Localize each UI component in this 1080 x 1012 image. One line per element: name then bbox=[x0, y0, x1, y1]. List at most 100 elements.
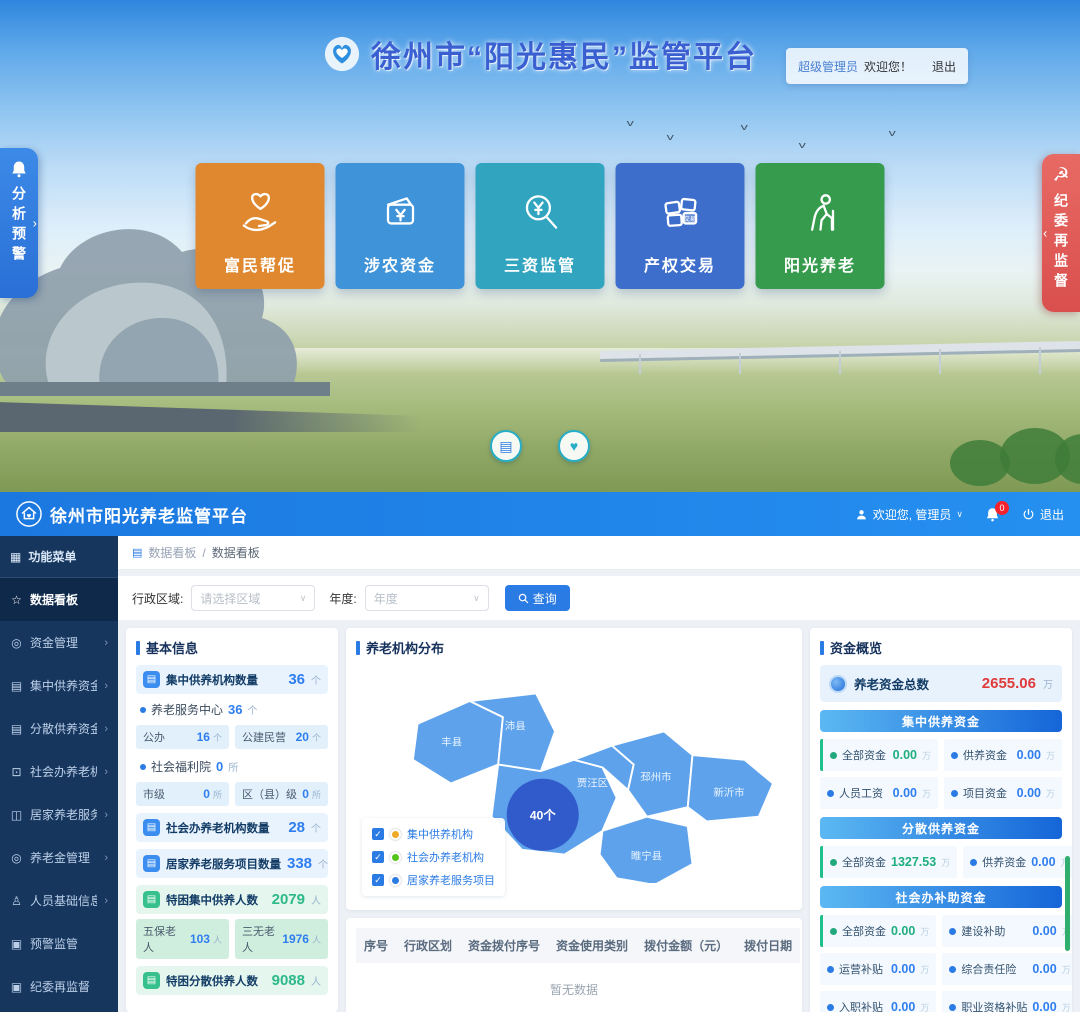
hero-title: 徐州市“阳光惠民”监管平台 bbox=[371, 32, 757, 76]
hero-tile-label: 产权交易 bbox=[644, 252, 716, 276]
funds-total-row: 养老资金总数 2655.06 万 bbox=[820, 665, 1062, 702]
region-select[interactable]: 请选择区域 ∨ bbox=[191, 585, 315, 611]
left-column: 基本信息 ▤ 集中供养机构数量 36个 养老服务中心36个 公办16个公建民营2… bbox=[126, 628, 338, 1012]
sidebar-item[interactable]: ☆ 数据看板 bbox=[0, 578, 118, 621]
sidebar-item-label: 居家养老服务项目 bbox=[30, 806, 97, 823]
bullet-dot-icon bbox=[827, 966, 834, 973]
folder-icon: ▤ bbox=[10, 722, 23, 736]
sidebar-item[interactable]: ◎ 资金管理 › bbox=[0, 621, 118, 664]
screen-icon: ▣ bbox=[10, 980, 23, 994]
funds-total-label: 养老资金总数 bbox=[854, 674, 975, 693]
checkbox-checked-icon[interactable]: ✓ bbox=[372, 851, 384, 863]
basic-info-cards: ▤ 集中供养机构数量 36个 养老服务中心36个 公办16个公建民营20个 社会… bbox=[136, 665, 328, 995]
checkbox-checked-icon[interactable]: ✓ bbox=[372, 874, 384, 886]
bullet-dot-icon bbox=[140, 707, 146, 713]
sidebar-item[interactable]: ◎ 养老金管理 › bbox=[0, 836, 118, 879]
fund-item: 全部资金 0.00万 bbox=[820, 915, 936, 947]
bullet-dot-icon bbox=[951, 790, 958, 797]
org-icon: ⊡ bbox=[10, 765, 23, 779]
chevron-down-icon: ∨ bbox=[956, 509, 963, 520]
bird-icon: v bbox=[889, 128, 896, 138]
fund-groups: 集中供养资金 全部资金 0.00万 供养资金 0.00万 人员工资 0.00万 … bbox=[820, 710, 1062, 1012]
fund-item: 项目资金 0.00万 bbox=[944, 777, 1062, 809]
hero-logout-button[interactable]: 退出 bbox=[932, 58, 956, 75]
fund-item: 建设补助 0.00万 bbox=[942, 915, 1072, 947]
document-icon: ▤ bbox=[143, 972, 160, 989]
fund-item: 综合责任险 0.00万 bbox=[942, 953, 1072, 985]
chevron-right-icon: › bbox=[104, 637, 108, 649]
chevron-right-icon: › bbox=[104, 852, 108, 864]
funds-table-panel: 序号行政区划资金拨付序号资金使用类别拨付金额（元）拨付日期 暂无数据 共 0 条… bbox=[346, 918, 802, 1012]
header-user-menu[interactable]: 欢迎您, 管理员 ∨ bbox=[855, 506, 963, 523]
svg-text:交易: 交易 bbox=[683, 213, 696, 222]
bullet-dot-icon bbox=[949, 1004, 956, 1011]
basic-info-title: 基本信息 bbox=[136, 638, 328, 657]
hero-tile[interactable]: 富民帮促 bbox=[196, 163, 325, 289]
quick-action-dashboard-button[interactable]: ▤ bbox=[490, 430, 522, 462]
hero-user-name: 超级管理员 bbox=[798, 58, 858, 75]
monitor-icon: ◫ bbox=[10, 808, 23, 822]
discipline-supervision-tab[interactable]: ☭ 纪委再监督 ‹ bbox=[1042, 154, 1080, 312]
year-select[interactable]: 年度 ∨ bbox=[365, 585, 489, 611]
sidebar-item[interactable]: ◫ 居家养老服务项目 › bbox=[0, 793, 118, 836]
sidebar-item[interactable]: ▤ 分散供养资金 › bbox=[0, 707, 118, 750]
bullet-dot-icon bbox=[949, 966, 956, 973]
middle-column: 养老机构分布 bbox=[346, 628, 802, 1012]
sidebar-item[interactable]: ▢ 文件库 bbox=[0, 1008, 118, 1012]
search-button[interactable]: 查询 bbox=[505, 585, 570, 611]
sidebar-item[interactable]: ▣ 纪委再监督 bbox=[0, 965, 118, 1008]
map-legend-item[interactable]: ✓ 社会办养老机构 bbox=[372, 849, 495, 865]
dashboard-title: 徐州市阳光养老监管平台 bbox=[50, 502, 248, 527]
hero-user-box: 超级管理员 欢迎您！ 退出 bbox=[786, 48, 968, 84]
quick-action-care-button[interactable]: ♥ bbox=[558, 430, 590, 462]
sidebar-item[interactable]: ▣ 预警监管 bbox=[0, 922, 118, 965]
map-region-label: 丰县 bbox=[441, 736, 462, 749]
map-legend-item[interactable]: ✓ 集中供养机构 bbox=[372, 826, 495, 842]
map-legend-label: 集中供养机构 bbox=[407, 826, 473, 842]
fund-item: 全部资金 1327.53万 bbox=[820, 846, 957, 878]
sidebar-item[interactable]: ⊡ 社会办养老机构 › bbox=[0, 750, 118, 793]
bird-icon: v bbox=[799, 140, 806, 150]
info-chip: 公建民营20个 bbox=[235, 725, 328, 749]
bird-icon: v bbox=[667, 132, 674, 142]
blocks-trade-icon: 交易 bbox=[655, 163, 705, 252]
header-notifications-button[interactable]: 0 bbox=[985, 507, 1000, 522]
analysis-warning-tab[interactable]: 分析预警 › bbox=[0, 148, 38, 298]
info-card-header: ▤ 特困集中供养人数 2079人 bbox=[136, 885, 328, 914]
map-region-label: 贾汪区 bbox=[577, 777, 608, 789]
scrollbar-thumb[interactable] bbox=[1065, 856, 1070, 951]
coin-icon: ◎ bbox=[10, 851, 23, 865]
hero-tile[interactable]: 交易 产权交易 bbox=[616, 163, 745, 289]
map-legend-item[interactable]: ✓ 居家养老服务项目 bbox=[372, 872, 495, 888]
sidebar-item[interactable]: ▤ 集中供养资金 › bbox=[0, 664, 118, 707]
fund-group-banner: 集中供养资金 bbox=[820, 710, 1062, 732]
map-region-label: 邳州市 bbox=[640, 771, 671, 784]
sidebar-menu-header: ▦ 功能菜单 bbox=[0, 536, 118, 578]
breadcrumb-item[interactable]: 数据看板 bbox=[148, 544, 196, 561]
checkbox-checked-icon[interactable]: ✓ bbox=[372, 828, 384, 840]
info-card-header: ▤ 特困分散供养人数 9088人 bbox=[136, 966, 328, 995]
year-filter-label: 年度: bbox=[329, 590, 356, 607]
hero-welcome: 欢迎您！ bbox=[864, 58, 912, 75]
star-icon: ☆ bbox=[10, 593, 23, 607]
map-region-label: 新沂市 bbox=[713, 786, 744, 799]
hero-tile-label: 涉农资金 bbox=[364, 252, 436, 276]
map-legend-label: 社会办养老机构 bbox=[407, 849, 484, 865]
bullet-dot-icon bbox=[970, 859, 977, 866]
hero-tile[interactable]: 三资监管 bbox=[476, 163, 605, 289]
header-logout-button[interactable]: 退出 bbox=[1022, 506, 1064, 523]
sidebar-item[interactable]: ♙ 人员基础信息 › bbox=[0, 879, 118, 922]
platform-logo-icon bbox=[323, 35, 361, 73]
hero-tile[interactable]: 涉农资金 bbox=[336, 163, 465, 289]
table-column-header: 资金拨付序号 bbox=[460, 928, 548, 963]
info-card-header: ▤ 集中供养机构数量 36个 bbox=[136, 665, 328, 694]
bell-icon bbox=[10, 160, 28, 178]
page: v v v v v 徐州市“阳光惠民”监管平台 超级管理员 欢迎您！ 退出 富民… bbox=[0, 0, 1080, 1012]
sidebar-item-label: 养老金管理 bbox=[30, 849, 97, 866]
chevron-right-icon: › bbox=[104, 766, 108, 778]
bird-icon: v bbox=[741, 122, 748, 132]
map-count-label: 40个 bbox=[530, 807, 557, 822]
hero-tile[interactable]: 阳光养老 bbox=[756, 163, 885, 289]
map-region-label: 沛县 bbox=[505, 719, 526, 732]
chevron-right-icon: › bbox=[104, 895, 108, 907]
